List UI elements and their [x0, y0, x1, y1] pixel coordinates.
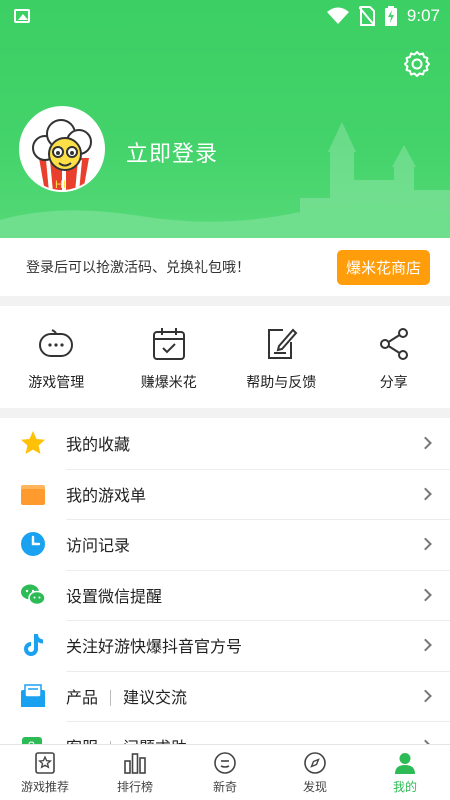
svg-text:HI: HI [55, 179, 66, 191]
battery-charging-icon [384, 6, 397, 26]
menu-label: 我的游戏单 [66, 485, 147, 505]
star-box-icon [35, 751, 55, 774]
chevron-right-icon [419, 689, 432, 703]
shortcut-label: 帮助与反馈 [246, 375, 317, 391]
menu-item-game-list[interactable]: 我的游戏单 [0, 468, 450, 520]
nav-label: 新奇 [212, 779, 237, 794]
shortcut-game-management[interactable]: 游戏管理 [6, 326, 106, 408]
shortcut-label: 赚爆米花 [140, 375, 197, 391]
mail-icon [20, 683, 46, 709]
image-notification-icon [14, 9, 30, 23]
folder-icon [20, 481, 46, 507]
settings-menu: 我的收藏 我的游戏单 访问记录 设置微信提醒 关注好游快爆抖音官方号 产品 建议交 [0, 418, 450, 772]
shortcut-help-feedback[interactable]: 帮助与反馈 [231, 326, 331, 408]
shortcut-grid: 游戏管理 赚爆米花 帮助与反馈 分享 [0, 306, 450, 408]
bottom-navigation: 游戏推荐 排行榜 新奇 发现 我的 [0, 744, 450, 800]
tiktok-icon [20, 632, 46, 658]
promo-bar: 登录后可以抢激活码、兑换礼包哦！ 爆米花商店 [0, 238, 450, 296]
wechat-icon [20, 582, 46, 608]
chevron-right-icon [419, 588, 432, 602]
share-icon [379, 328, 408, 360]
settings-gear-icon[interactable] [403, 50, 431, 78]
edit-note-icon [268, 328, 298, 359]
wifi-icon [326, 7, 349, 24]
menu-label: 产品 建议交流 [66, 687, 188, 707]
star-icon [20, 430, 46, 456]
menu-item-follow-tiktok[interactable]: 关注好游快爆抖音官方号 [0, 620, 450, 671]
shortcut-share[interactable]: 分享 [344, 326, 444, 408]
avatar[interactable]: HI [19, 106, 105, 192]
nav-novelty[interactable]: 新奇 [180, 745, 270, 800]
status-time: 9:07 [406, 6, 440, 25]
shortcut-label: 分享 [379, 375, 408, 391]
nav-discover[interactable]: 发现 [270, 745, 360, 800]
calendar-check-icon [152, 328, 185, 360]
shortcut-label: 游戏管理 [28, 375, 85, 391]
face-icon [214, 751, 236, 774]
user-icon [395, 752, 415, 774]
nav-rankings[interactable]: 排行榜 [90, 745, 180, 800]
menu-label: 设置微信提醒 [66, 586, 163, 606]
compass-icon [304, 751, 326, 774]
menu-item-history[interactable]: 访问记录 [0, 519, 450, 570]
menu-item-wechat-reminder[interactable]: 设置微信提醒 [0, 569, 450, 621]
nav-game-recommend[interactable]: 游戏推荐 [0, 745, 90, 800]
nav-mine[interactable]: 我的 [360, 745, 450, 800]
nav-label: 我的 [392, 779, 417, 794]
chevron-right-icon [419, 638, 432, 652]
nav-label: 发现 [302, 779, 327, 794]
clock-icon [20, 531, 46, 557]
chevron-right-icon [419, 487, 432, 501]
nav-label: 排行榜 [116, 779, 153, 794]
menu-item-product-suggestions[interactable]: 产品 建议交流 [0, 670, 450, 722]
menu-item-favorites[interactable]: 我的收藏 [0, 418, 450, 469]
no-sim-icon [358, 6, 375, 26]
bar-chart-icon [124, 752, 146, 774]
gamepad-icon [39, 329, 74, 357]
nav-label: 游戏推荐 [20, 779, 69, 794]
login-link[interactable]: 立即登录 [126, 136, 218, 168]
profile-header: 9:07 HI 立即登录 [0, 0, 450, 238]
menu-label: 我的收藏 [66, 435, 131, 455]
popcorn-mascot-icon: HI [32, 119, 92, 191]
promo-text: 登录后可以抢激活码、兑换礼包哦！ [26, 260, 250, 276]
chevron-right-icon [419, 537, 432, 551]
status-bar: 9:07 [0, 0, 450, 32]
chevron-right-icon [419, 436, 432, 450]
ground-decoration [0, 204, 450, 238]
shortcut-earn-popcorn[interactable]: 赚爆米花 [119, 326, 219, 408]
menu-label: 访问记录 [66, 536, 131, 556]
popcorn-shop-button[interactable]: 爆米花商店 [336, 249, 430, 285]
menu-label: 关注好游快爆抖音官方号 [66, 637, 243, 657]
